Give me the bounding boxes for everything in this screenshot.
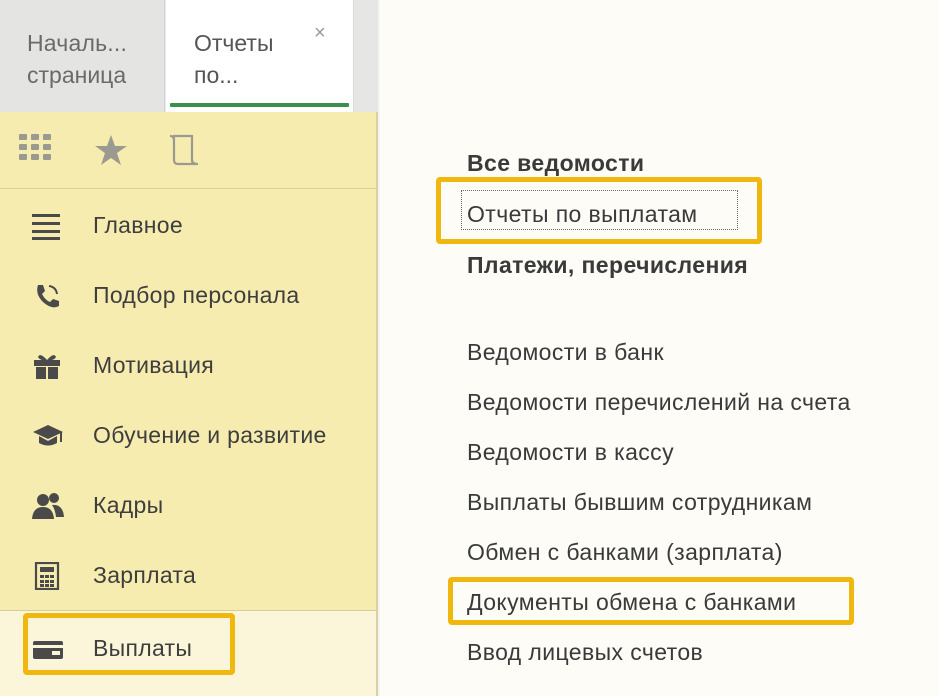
sidebar-item-training[interactable]: Обучение и развитие <box>0 400 376 470</box>
menu-bank-exchange-salary[interactable]: Обмен с банками (зарплата) <box>467 539 783 566</box>
people-icon <box>32 492 64 520</box>
tab-payment-reports[interactable]: Отчеты по... × <box>166 0 354 112</box>
tab-reports-label-2: по... <box>194 62 239 88</box>
graduation-cap-icon <box>32 422 64 450</box>
payment-reports-highlight-frame <box>436 177 762 244</box>
sidebar-item-label: Зарплата <box>93 562 197 588</box>
sidebar-item-label: Главное <box>93 212 183 238</box>
sidebar-item-label: Кадры <box>93 492 164 518</box>
tab-bar: Началь... страница Отчеты по... × <box>0 0 378 112</box>
sidebar-item-personnel[interactable]: Кадры <box>0 470 376 540</box>
apps-grid-icon[interactable] <box>19 134 55 166</box>
sidebar-item-label: Подбор персонала <box>93 282 300 308</box>
menu-cash-statements[interactable]: Ведомости в кассу <box>467 439 674 466</box>
phone-icon <box>32 282 64 310</box>
sidebar-item-motivation[interactable]: Мотивация <box>0 330 376 400</box>
sidebar-item-main[interactable]: Главное <box>0 190 376 260</box>
menu-all-statements[interactable]: Все ведомости <box>467 150 644 177</box>
sidebar-item-recruitment[interactable]: Подбор персонала <box>0 260 376 330</box>
sidebar-item-salary[interactable]: Зарплата <box>0 540 376 610</box>
active-tab-underline <box>170 103 349 107</box>
gift-icon <box>32 352 64 380</box>
calculator-icon <box>32 562 64 590</box>
menu-former-employee-payments[interactable]: Выплаты бывшим сотрудникам <box>467 489 812 516</box>
sections-panel: Главное Подбор персонала Мотивация Обуче… <box>0 112 378 696</box>
panel-toolbar <box>0 112 376 189</box>
sidebar-item-label: Мотивация <box>93 352 215 378</box>
tab-home[interactable]: Началь... страница <box>0 0 165 112</box>
tab-close-icon[interactable]: × <box>314 22 326 45</box>
tab-bar-filler <box>355 0 378 112</box>
focus-dotted-outline <box>461 190 738 230</box>
tab-home-label-1: Началь... <box>27 30 128 56</box>
tab-home-label-2: страница <box>27 62 127 88</box>
star-icon[interactable] <box>94 134 128 166</box>
menu-payments-transfers[interactable]: Платежи, перечисления <box>467 252 748 279</box>
payments-highlight-frame <box>23 613 235 675</box>
sidebar-item-label: Обучение и развитие <box>93 422 327 448</box>
menu-personal-accounts-entry[interactable]: Ввод лицевых счетов <box>467 639 703 666</box>
history-scroll-icon[interactable] <box>168 134 202 166</box>
bank-exchange-docs-highlight-frame <box>448 577 854 625</box>
tab-reports-label-1: Отчеты <box>194 30 274 56</box>
menu-account-transfer-statements[interactable]: Ведомости перечислений на счета <box>467 389 851 416</box>
menu-lines-icon <box>32 212 64 240</box>
menu-bank-statements[interactable]: Ведомости в банк <box>467 339 664 366</box>
